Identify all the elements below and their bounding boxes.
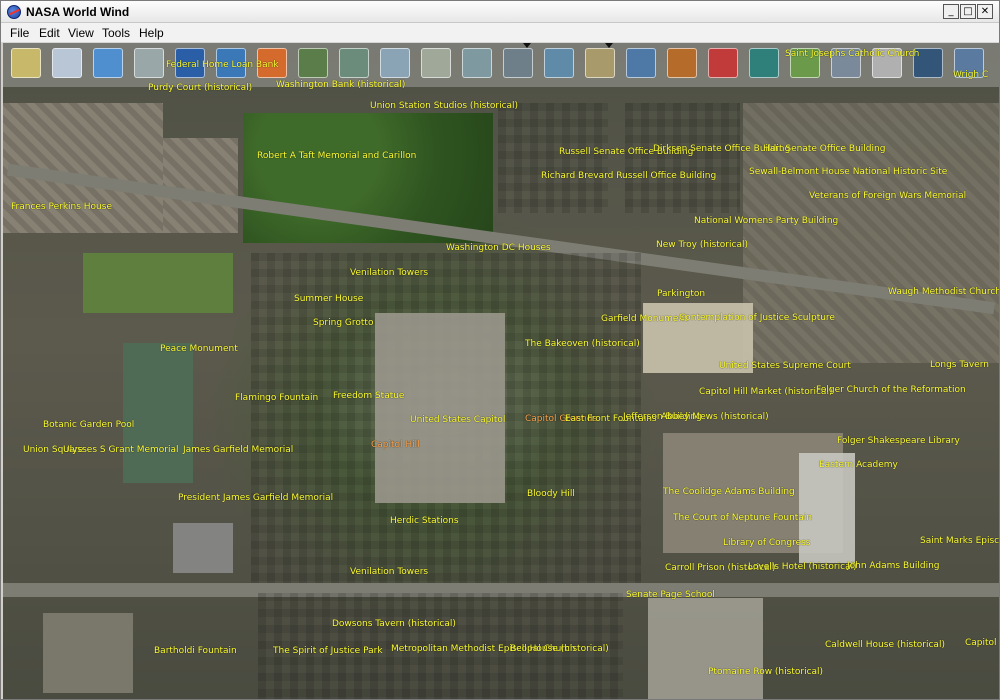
landsat-layer-icon[interactable]: [298, 48, 328, 78]
place-label[interactable]: Saint Marks Episcopal: [920, 536, 999, 546]
place-label[interactable]: Freedom Statue: [333, 391, 404, 401]
place-label[interactable]: Bell House (historical): [510, 644, 609, 654]
building-block: [43, 613, 133, 693]
place-label[interactable]: Capitol: [965, 638, 997, 648]
menu-view[interactable]: View: [68, 26, 94, 40]
menu-tools[interactable]: Tools: [102, 26, 130, 40]
building-block: [648, 598, 763, 699]
place-label[interactable]: Capitol Hill: [371, 440, 420, 450]
search-layer-icon[interactable]: [134, 48, 164, 78]
place-label[interactable]: Herdic Stations: [390, 516, 459, 526]
place-label[interactable]: Ptomaine Row (historical): [708, 667, 823, 677]
place-label[interactable]: Garfield Monument: [601, 314, 688, 324]
place-label[interactable]: Veterans of Foreign Wars Memorial: [809, 191, 966, 201]
place-label[interactable]: Summer House: [294, 294, 363, 304]
place-names-layer-icon[interactable]: [626, 48, 656, 78]
place-label[interactable]: Longs Tavern: [930, 360, 989, 370]
landsat-2-layer-icon[interactable]: [339, 48, 369, 78]
place-label[interactable]: United States Supreme Court: [719, 361, 851, 371]
landmarks-layer-icon[interactable]: [749, 48, 779, 78]
place-label[interactable]: Frances Perkins House: [11, 202, 112, 212]
minimize-button[interactable]: _: [943, 4, 959, 19]
landsat-3-layer-icon[interactable]: [380, 48, 410, 78]
place-label[interactable]: Wrigh C: [953, 70, 988, 80]
residential-block: [743, 103, 999, 363]
usgs-2-layer-icon[interactable]: [462, 48, 492, 78]
place-label[interactable]: Folger Church of the Reformation: [816, 385, 966, 395]
place-label[interactable]: The Court of Neptune Fountain: [673, 513, 812, 523]
place-label[interactable]: Waugh Methodist Church: [888, 287, 999, 297]
place-label[interactable]: Bloody Hill: [527, 489, 575, 499]
usgs-3-layer-icon[interactable]: [503, 48, 533, 78]
place-label[interactable]: President James Garfield Memorial: [178, 493, 333, 503]
place-label[interactable]: Eastern Academy: [819, 460, 898, 470]
place-label[interactable]: Dowsons Tavern (historical): [332, 619, 456, 629]
place-label[interactable]: Flamingo Fountain: [235, 393, 318, 403]
place-label[interactable]: Washington DC Houses: [446, 243, 551, 253]
place-label[interactable]: Botanic Garden Pool: [43, 420, 134, 430]
place-label[interactable]: Richard Brevard Russell Office Building: [541, 171, 716, 181]
usgs-4-layer-icon[interactable]: [544, 48, 574, 78]
app-window: NASA World Wind _ □ ✕ File Edit View Too…: [0, 0, 1000, 700]
grid-layer-icon[interactable]: [52, 48, 82, 78]
place-label[interactable]: Bartholdi Fountain: [154, 646, 237, 656]
botanic-garden: [173, 523, 233, 573]
menu-edit[interactable]: Edit: [39, 26, 60, 40]
menu-bar: File Edit View Tools Help: [1, 23, 999, 43]
globe-layer-icon[interactable]: [93, 48, 123, 78]
senate-building-block: [625, 103, 740, 213]
place-label[interactable]: National Womens Party Building: [694, 216, 838, 226]
place-label[interactable]: Hart Senate Office Building: [763, 144, 885, 154]
place-label[interactable]: The Spirit of Justice Park: [273, 646, 383, 656]
menu-help[interactable]: Help: [139, 26, 164, 40]
lawn: [83, 253, 233, 313]
active-layer-indicator-icon: [605, 43, 613, 48]
building-block: [163, 138, 238, 233]
place-label[interactable]: Venilation Towers: [350, 567, 428, 577]
active-layer-indicator-icon: [523, 43, 531, 48]
place-label[interactable]: Folger Shakespeare Library: [837, 436, 960, 446]
place-label[interactable]: John Adams Building: [847, 561, 939, 571]
place-label[interactable]: The Bakeoven (historical): [525, 339, 640, 349]
usgs-1-layer-icon[interactable]: [421, 48, 451, 78]
place-label[interactable]: Library of Congress: [723, 538, 811, 548]
window-title: NASA World Wind: [26, 5, 130, 19]
place-label[interactable]: New Troy (historical): [656, 240, 748, 250]
place-label[interactable]: Federal Home Loan Bank: [166, 60, 279, 70]
place-label[interactable]: Capitol Hill Market (historical): [699, 387, 832, 397]
place-label[interactable]: Lovells Hotel (historical): [748, 562, 857, 572]
place-label[interactable]: Abbey Mews (historical): [661, 412, 769, 422]
globe-map-view[interactable]: Purdy Court (historical) Washington Bank …: [3, 43, 999, 699]
senate-building-block: [498, 103, 608, 213]
place-label[interactable]: The Coolidge Adams Building: [663, 487, 795, 497]
compass-layer-icon[interactable]: [11, 48, 41, 78]
place-label[interactable]: Contemplation of Justice Sculpture: [679, 313, 835, 323]
place-label[interactable]: Senate Page School: [626, 590, 715, 600]
place-label[interactable]: United States Capitol: [410, 415, 505, 425]
nasa-logo-icon: [7, 5, 21, 19]
place-label[interactable]: Washington Bank (historical): [276, 80, 405, 90]
place-label[interactable]: Purdy Court (historical): [148, 83, 252, 93]
place-label[interactable]: Parkington: [657, 289, 705, 299]
usgs-5-layer-icon[interactable]: [585, 48, 615, 78]
borders-layer-icon[interactable]: [667, 48, 697, 78]
place-label[interactable]: Robert A Taft Memorial and Carillon: [257, 151, 416, 161]
capitol-building: [375, 313, 505, 503]
place-label[interactable]: Caldwell House (historical): [825, 640, 945, 650]
title-bar[interactable]: NASA World Wind _ □ ✕: [1, 1, 999, 23]
place-label[interactable]: Union Station Studios (historical): [370, 101, 518, 111]
place-label[interactable]: James Garfield Memorial: [183, 445, 293, 455]
flags-layer-icon[interactable]: [708, 48, 738, 78]
place-label[interactable]: Sewall-Belmont House National Historic S…: [749, 167, 947, 177]
place-label[interactable]: Peace Monument: [160, 344, 238, 354]
close-button[interactable]: ✕: [977, 4, 993, 19]
place-label[interactable]: Venilation Towers: [350, 268, 428, 278]
place-label[interactable]: Spring Grotto: [313, 318, 373, 328]
reflecting-pool: [123, 343, 193, 483]
place-label[interactable]: Ulysses S Grant Memorial: [63, 445, 179, 455]
maximize-button[interactable]: □: [960, 4, 976, 19]
place-label[interactable]: Saint Josephs Catholic Church: [785, 49, 919, 59]
menu-file[interactable]: File: [10, 26, 29, 40]
